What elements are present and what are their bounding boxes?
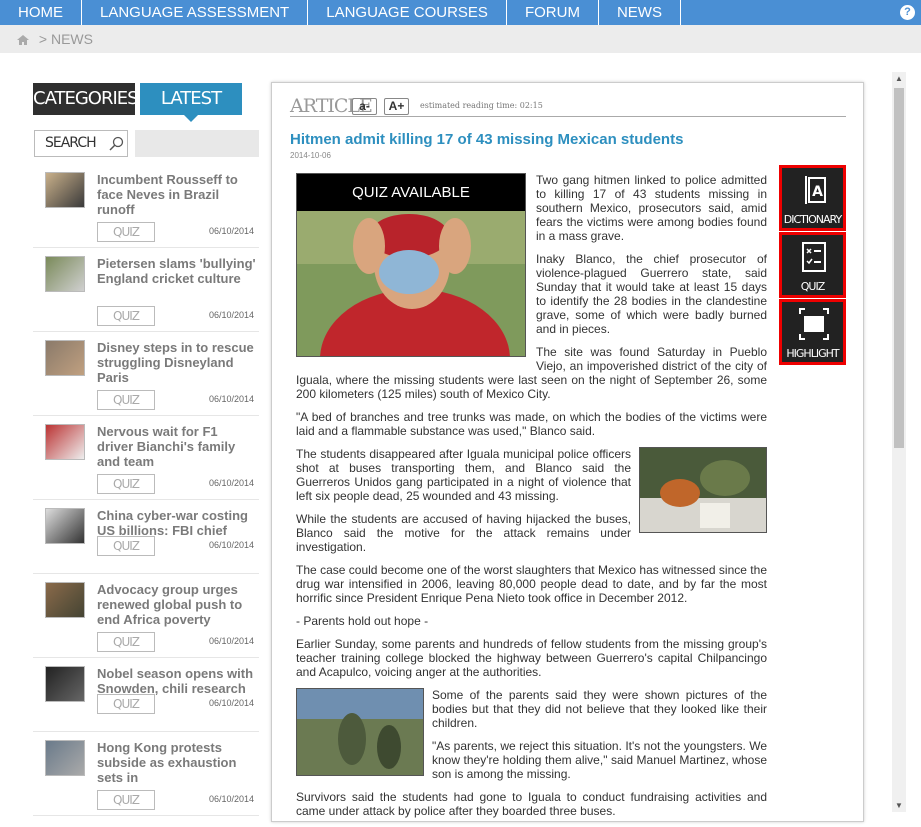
article-header: ARTICLE a- A+ estimated reading time: 02… [290, 95, 846, 117]
article-paragraph: Survivors said the students had gone to … [296, 790, 767, 818]
news-thumbnail[interactable] [45, 172, 85, 208]
nav-home[interactable]: HOME [0, 0, 82, 25]
search-input[interactable] [135, 130, 259, 157]
help-icon[interactable]: ? [900, 5, 915, 20]
news-title[interactable]: Hong Kong protests subside as exhaustion… [97, 740, 257, 785]
article-paragraph: "A bed of branches and tree trunks was m… [296, 410, 767, 438]
top-nav: HOME LANGUAGE ASSESSMENT LANGUAGE COURSE… [0, 0, 921, 25]
news-date: 06/10/2014 [208, 636, 254, 646]
article-body: QUIZ AVAILABLE Two gang hitmen linked to… [296, 173, 767, 827]
list-item[interactable]: Incumbent Rousseff to face Neves in Braz… [33, 164, 259, 248]
nav-language-courses[interactable]: LANGUAGE COURSES [308, 0, 507, 25]
memorial-photo [640, 448, 766, 532]
news-thumbnail[interactable] [45, 256, 85, 292]
search-label[interactable]: SEARCH [34, 130, 128, 157]
highlight-button[interactable]: HIGHLIGHT [779, 299, 846, 365]
article-paragraph: The case could become one of the worst s… [296, 563, 767, 605]
tools-panel: A DICTIONARY QUIZ HIGHLIGHT [779, 165, 846, 366]
scroll-up-arrow[interactable]: ▲ [895, 74, 903, 83]
quiz-button[interactable]: QUIZ [97, 390, 155, 410]
list-item[interactable]: Pietersen slams 'bullying' England crick… [33, 248, 259, 332]
highlight-label: HIGHLIGHT [786, 347, 839, 360]
scrollbar-thumb[interactable] [894, 88, 904, 448]
quiz-button[interactable]: QUIZ [97, 536, 155, 556]
sidebar-tabs: CATEGORIES LATEST [33, 83, 242, 122]
article-image-soldiers[interactable] [296, 688, 424, 776]
news-thumbnail[interactable] [45, 582, 85, 618]
news-title[interactable]: Pietersen slams 'bullying' England crick… [97, 256, 257, 286]
article-paragraph: Earlier Sunday, some parents and hundred… [296, 637, 767, 679]
page-scrollbar[interactable]: ▲ ▼ [892, 72, 906, 812]
news-title[interactable]: Nervous wait for F1 driver Bianchi's fam… [97, 424, 257, 469]
quiz-button[interactable]: QUIZ [97, 474, 155, 494]
list-item[interactable]: Nervous wait for F1 driver Bianchi's fam… [33, 416, 259, 500]
nav-news[interactable]: NEWS [599, 0, 681, 25]
article-subheading: - Parents hold out hope - [296, 614, 429, 628]
news-date: 06/10/2014 [208, 226, 254, 236]
breadcrumb-current: NEWS [50, 31, 93, 47]
news-date: 06/10/2014 [208, 394, 254, 404]
font-decrease-button[interactable]: a- [352, 98, 377, 115]
soldiers-photo [297, 689, 423, 775]
dictionary-label: DICTIONARY [783, 213, 842, 226]
quiz-button[interactable]: QUIZ [97, 222, 155, 242]
list-item[interactable]: Nobel season opens with Snowden, chili r… [33, 658, 259, 732]
home-icon[interactable] [17, 35, 29, 45]
list-item[interactable]: Advocacy group urges renewed global push… [33, 574, 259, 658]
svg-text:A: A [812, 184, 823, 200]
article-image-memorial[interactable] [639, 447, 767, 533]
quiz-button[interactable]: QUIZ [97, 694, 155, 714]
reading-time: estimated reading time: 02:15 [420, 101, 543, 110]
tab-categories[interactable]: CATEGORIES [33, 83, 139, 115]
tab-latest[interactable]: LATEST [140, 83, 242, 122]
quiz-tool-label: QUIZ [800, 280, 826, 293]
news-title[interactable]: Nobel season opens with Snowden, chili r… [97, 666, 257, 696]
nav-language-assessment[interactable]: LANGUAGE ASSESSMENT [82, 0, 309, 25]
font-increase-button[interactable]: A+ [384, 98, 409, 115]
article-panel: ARTICLE a- A+ estimated reading time: 02… [271, 82, 864, 822]
dictionary-icon: A [805, 176, 826, 204]
article-headline: Hitmen admit killing 17 of 43 missing Me… [290, 131, 684, 148]
quiz-button[interactable]: QUIZ [97, 632, 155, 652]
list-item[interactable]: Disney steps in to rescue struggling Dis… [33, 332, 259, 416]
dictionary-button[interactable]: A DICTIONARY [779, 165, 846, 231]
news-thumbnail[interactable] [45, 666, 85, 702]
news-thumbnail[interactable] [45, 340, 85, 376]
news-thumbnail[interactable] [45, 508, 85, 544]
list-item[interactable]: Hong Kong protests subside as exhaustion… [33, 732, 259, 816]
news-title[interactable]: Incumbent Rousseff to face Neves in Braz… [97, 172, 257, 217]
scroll-down-arrow[interactable]: ▼ [895, 801, 903, 810]
breadcrumb-separator: > [38, 31, 48, 47]
news-date: 06/10/2014 [208, 310, 254, 320]
search-icon[interactable] [108, 136, 124, 152]
nav-forum[interactable]: FORUM [507, 0, 599, 25]
news-date: 06/10/2014 [208, 540, 254, 550]
news-title[interactable]: Advocacy group urges renewed global push… [97, 582, 257, 627]
news-title[interactable]: Disney steps in to rescue struggling Dis… [97, 340, 257, 385]
latest-news-list: Incumbent Rousseff to face Neves in Braz… [33, 164, 259, 816]
breadcrumb: > NEWS [0, 25, 921, 53]
highlight-icon [799, 308, 829, 340]
news-title[interactable]: China cyber-war costing US billions: FBI… [97, 508, 257, 538]
list-item[interactable]: China cyber-war costing US billions: FBI… [33, 500, 259, 574]
quiz-button[interactable]: QUIZ [97, 306, 155, 326]
quiz-available-banner[interactable]: QUIZ AVAILABLE [297, 174, 525, 211]
news-thumbnail[interactable] [45, 740, 85, 776]
news-date: 06/10/2014 [208, 478, 254, 488]
news-date: 06/10/2014 [208, 794, 254, 804]
quiz-tool-button[interactable]: QUIZ [779, 232, 846, 298]
quiz-button[interactable]: QUIZ [97, 790, 155, 810]
quiz-icon [802, 242, 826, 272]
news-date: 06/10/2014 [208, 698, 254, 708]
article-main-image[interactable]: QUIZ AVAILABLE [296, 173, 526, 357]
news-thumbnail[interactable] [45, 424, 85, 460]
article-date: 2014-10-06 [290, 151, 331, 160]
search-label-text: SEARCH [45, 135, 97, 151]
